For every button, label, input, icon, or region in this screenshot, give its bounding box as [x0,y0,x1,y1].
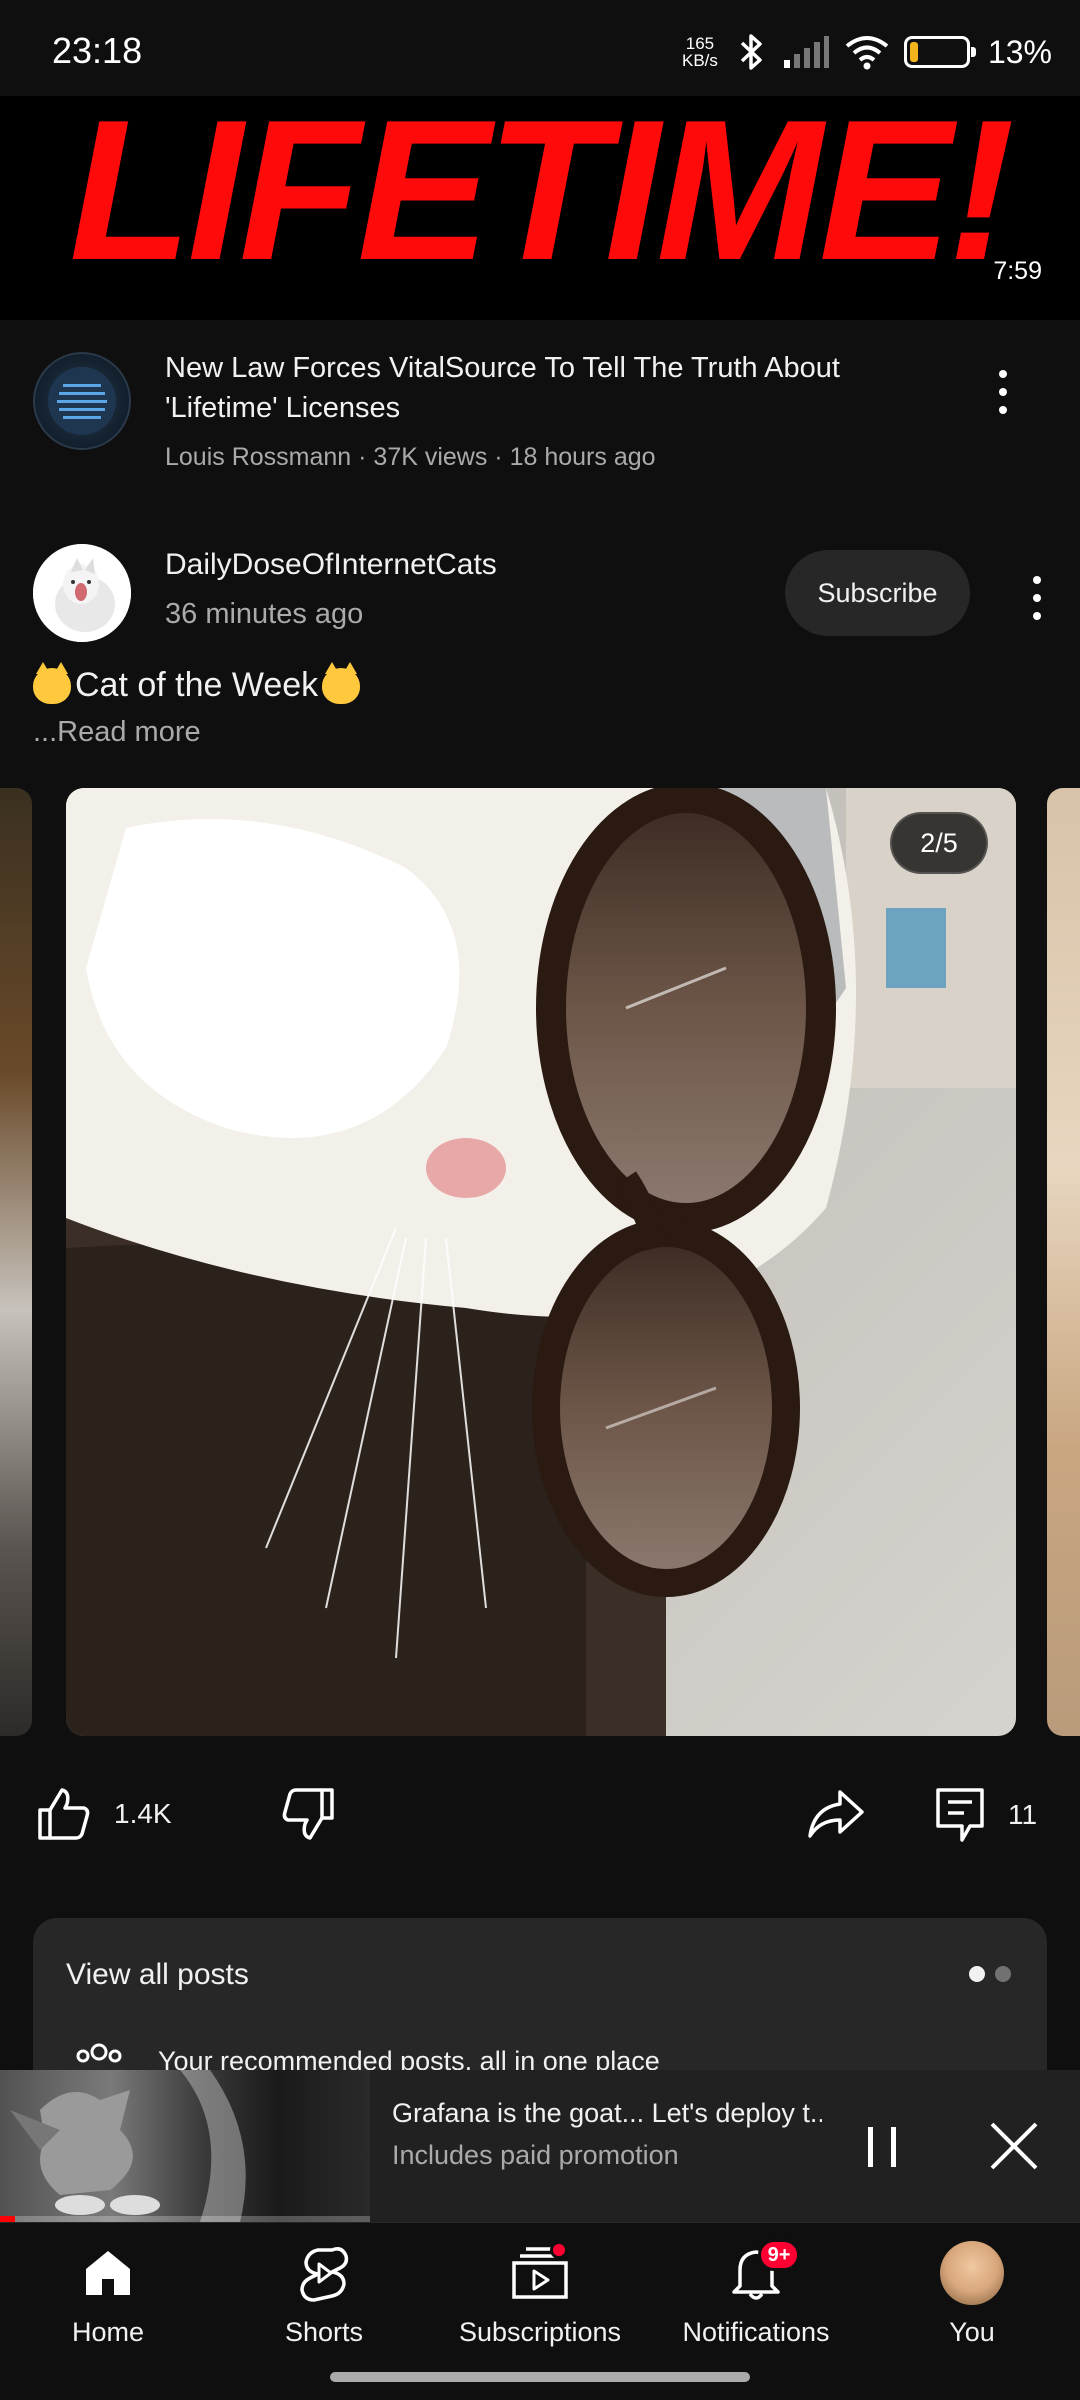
comments-button[interactable]: 11 [934,1786,1037,1844]
like-button[interactable]: 1.4K [36,1786,172,1842]
notifications-badge: 9+ [758,2239,800,2271]
video-metadata: Louis Rossmann · 37K views · 18 hours ag… [165,443,656,471]
status-bar: 23:18 165 KB/s 13% [0,0,1080,96]
nav-shorts-label: Shorts [284,2317,364,2347]
mini-player-title[interactable]: Grafana is the goat... Let's deploy t... [392,2098,822,2129]
video-thumbnail[interactable]: LIFETIME! 7:59 [0,96,1080,320]
network-speed: 165 KB/s [680,35,720,69]
cat-avatar-image [33,544,131,642]
post-channel-avatar[interactable] [33,544,131,642]
status-time: 23:18 [52,30,143,71]
pause-button[interactable] [846,2110,918,2182]
post-channel-name[interactable]: DailyDoseOfInternetCats [165,548,497,582]
subscriptions-new-indicator [550,2241,568,2259]
view-all-posts-title[interactable]: View all posts [66,1958,249,1992]
image-carousel[interactable]: 2/5 [0,788,1080,1736]
like-count: 1.4K [114,1798,172,1829]
bluetooth-icon [740,34,762,70]
network-speed-unit: KB/s [682,51,718,70]
thumbs-down-icon [282,1788,334,1840]
nav-shorts[interactable]: Shorts [216,2241,432,2348]
video-duration: 7:59 [989,257,1046,286]
card-pagination-dots [969,1966,1011,1982]
battery-percent: 13% [987,33,1052,70]
share-icon [808,1790,864,1838]
subscribe-button[interactable]: Subscribe [785,550,970,636]
next-slide[interactable] [1047,788,1080,1736]
mini-player[interactable]: Grafana is the goat... Let's deploy t...… [0,2070,1080,2222]
home-indicator-bar[interactable] [330,2372,750,2382]
nav-you[interactable]: You [864,2241,1080,2348]
cat-emoji-icon [33,661,71,704]
nav-home-label: Home [71,2317,145,2347]
slide-counter: 2/5 [890,812,988,874]
video-title[interactable]: New Law Forces VitalSource To Tell The T… [165,348,905,428]
read-more-link[interactable]: ...Read more [33,716,201,749]
watch-face-image [48,367,116,435]
shorts-icon [292,2241,356,2305]
battery-level-fill [909,42,918,62]
previous-slide[interactable] [0,788,32,1736]
comment-icon [936,1788,984,1842]
current-slide[interactable]: 2/5 [66,788,1016,1736]
signal-icon [783,36,829,68]
thumbnail-text: LIFETIME! [69,96,1015,302]
status-icons: 165 KB/s 13% [680,28,1052,76]
bell-icon: 9+ [724,2239,800,2305]
wifi-icon [845,36,889,70]
post-text-content: Cat of the Week [75,666,319,704]
dislike-button[interactable] [280,1786,336,1842]
share-button[interactable] [806,1786,866,1842]
mini-player-subtitle: Includes paid promotion [392,2140,679,2170]
nav-notifications-label: Notifications [682,2317,830,2347]
home-icon [76,2241,140,2305]
close-button[interactable] [978,2110,1050,2182]
channel-avatar[interactable] [33,352,131,450]
video-meta[interactable]: New Law Forces VitalSource To Tell The T… [0,320,1080,480]
subscriptions-icon [508,2241,572,2305]
nav-notifications[interactable]: 9+ Notifications [648,2239,864,2348]
post-text[interactable]: Cat of the Week [33,661,361,705]
cat-with-sunglasses-image [66,788,1016,1736]
nav-you-label: You [949,2317,995,2347]
post-actions: 1.4K 11 [0,1770,1080,1870]
post-more-icon[interactable] [1017,568,1057,628]
post-header: DailyDoseOfInternetCats 36 minutes ago S… [0,530,1080,650]
nav-subscriptions-label: Subscriptions [458,2317,622,2347]
mini-player-image [10,2070,246,2222]
nav-subscriptions[interactable]: Subscriptions [432,2241,648,2348]
you-avatar [940,2241,1004,2305]
battery-icon [903,36,976,68]
network-speed-value: 165 [685,34,715,53]
pause-icon [868,2127,896,2167]
close-icon [990,2122,1038,2170]
nav-home[interactable]: Home [0,2241,216,2348]
cat-emoji-icon [322,661,361,704]
post-time: 36 minutes ago [165,598,364,630]
thumbs-up-icon [38,1788,90,1840]
comment-count: 11 [1008,1799,1038,1830]
mini-player-thumbnail[interactable] [0,2070,370,2222]
video-more-icon[interactable] [983,362,1023,422]
